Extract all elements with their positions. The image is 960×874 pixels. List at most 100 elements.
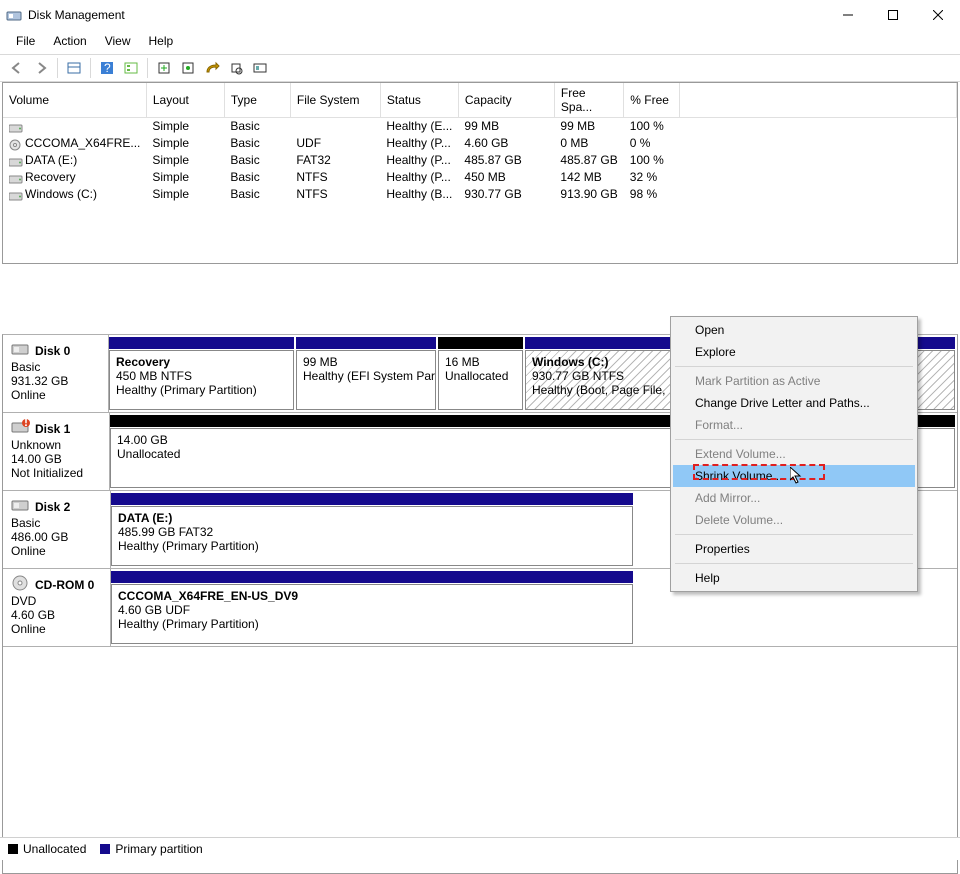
create-vhd-button[interactable] — [153, 57, 175, 79]
cell-volume: Windows (C:) — [25, 187, 97, 201]
menu-bar: File Action View Help — [0, 30, 960, 54]
col-type[interactable]: Type — [224, 83, 290, 118]
cell-layout: Simple — [146, 135, 224, 152]
menu-item-open[interactable]: Open — [673, 319, 915, 341]
menu-separator — [675, 366, 913, 367]
cell-capacity: 450 MB — [458, 169, 554, 186]
action-button-3[interactable] — [249, 57, 271, 79]
forward-button[interactable] — [30, 57, 52, 79]
menu-view[interactable]: View — [97, 32, 139, 50]
col-pctfree[interactable]: % Free — [624, 83, 680, 118]
menu-item-format: Format... — [673, 414, 915, 436]
cell-layout: Simple — [146, 152, 224, 169]
disk-icon: ! — [11, 419, 31, 438]
drive-icon — [9, 122, 23, 132]
disk-size: 14.00 GB — [11, 452, 101, 466]
close-button[interactable] — [915, 0, 960, 30]
menu-item-explore[interactable]: Explore — [673, 341, 915, 363]
cell-pct: 98 % — [624, 186, 680, 203]
partition-box[interactable]: 99 MBHealthy (EFI System Part — [296, 350, 436, 410]
menu-item-add-mirror: Add Mirror... — [673, 487, 915, 509]
table-row[interactable]: CCCOMA_X64FRE...SimpleBasicUDFHealthy (P… — [3, 135, 957, 152]
action-button-2[interactable] — [225, 57, 247, 79]
cell-status: Healthy (P... — [380, 135, 458, 152]
disk-type: Unknown — [11, 438, 101, 452]
menu-item-help[interactable]: Help — [673, 567, 915, 589]
partition-size: 450 MB NTFS — [116, 369, 287, 383]
table-row[interactable]: SimpleBasicHealthy (E...99 MB99 MB100 % — [3, 118, 957, 135]
cell-free: 99 MB — [554, 118, 623, 135]
action-button-1[interactable] — [201, 57, 223, 79]
partition-title: Recovery — [116, 355, 287, 369]
cell-layout: Simple — [146, 186, 224, 203]
context-menu: OpenExploreMark Partition as ActiveChang… — [670, 316, 918, 592]
partition-size: 16 MB — [445, 355, 516, 369]
cell-layout: Simple — [146, 169, 224, 186]
col-layout[interactable]: Layout — [146, 83, 224, 118]
table-row[interactable]: RecoverySimpleBasicNTFSHealthy (P...450 … — [3, 169, 957, 186]
menu-item-extend-volume: Extend Volume... — [673, 443, 915, 465]
cell-pct: 32 % — [624, 169, 680, 186]
partition-box[interactable]: DATA (E:)485.99 GB FAT32Healthy (Primary… — [111, 506, 633, 566]
drive-icon — [9, 156, 23, 166]
disc-icon — [9, 139, 23, 149]
table-row[interactable]: DATA (E:)SimpleBasicFAT32Healthy (P...48… — [3, 152, 957, 169]
disk-icon — [11, 497, 31, 516]
disk-state: Online — [11, 622, 102, 636]
cell-status: Healthy (B... — [380, 186, 458, 203]
disk-name: CD-ROM 0 — [35, 578, 94, 592]
disk-type: DVD — [11, 594, 102, 608]
menu-item-change-drive-letter-and-paths[interactable]: Change Drive Letter and Paths... — [673, 392, 915, 414]
disk-name: Disk 2 — [35, 500, 70, 514]
col-capacity[interactable]: Capacity — [458, 83, 554, 118]
table-header-row: Volume Layout Type File System Status Ca… — [3, 83, 957, 118]
disk-name: Disk 0 — [35, 344, 70, 358]
cell-capacity: 485.87 GB — [458, 152, 554, 169]
help-button[interactable]: ? — [96, 57, 118, 79]
menu-action[interactable]: Action — [45, 32, 94, 50]
toolbar: ? — [0, 54, 960, 82]
menu-file[interactable]: File — [8, 32, 43, 50]
cell-fs: NTFS — [290, 186, 380, 203]
partition-box[interactable]: Recovery450 MB NTFSHealthy (Primary Part… — [109, 350, 294, 410]
title-bar: Disk Management — [0, 0, 960, 30]
disk-size: 931.32 GB — [11, 374, 100, 388]
minimize-button[interactable] — [825, 0, 870, 30]
disk-state: Not Initialized — [11, 466, 101, 480]
back-button[interactable] — [6, 57, 28, 79]
volume-list: Volume Layout Type File System Status Ca… — [2, 82, 958, 264]
partition-title: DATA (E:) — [118, 511, 626, 525]
partition-box[interactable]: 16 MBUnallocated — [438, 350, 523, 410]
col-volume[interactable]: Volume — [3, 83, 146, 118]
cell-pct: 100 % — [624, 152, 680, 169]
table-row[interactable]: Windows (C:) SimpleBasicNTFSHealthy (B...… — [3, 186, 957, 203]
cell-capacity: 4.60 GB — [458, 135, 554, 152]
disk-type: Basic — [11, 516, 102, 530]
show-hide-button[interactable] — [63, 57, 85, 79]
menu-separator — [675, 563, 913, 564]
cell-type: Basic — [224, 152, 290, 169]
view-settings-button[interactable] — [120, 57, 142, 79]
cell-type: Basic — [224, 135, 290, 152]
menu-item-properties[interactable]: Properties — [673, 538, 915, 560]
disk-size: 4.60 GB — [11, 608, 102, 622]
partition-box[interactable]: CCCOMA_X64FRE_EN-US_DV94.60 GB UDFHealth… — [111, 584, 633, 644]
cell-status: Healthy (P... — [380, 152, 458, 169]
cell-type: Basic — [224, 186, 290, 203]
partition-size: 485.99 GB FAT32 — [118, 525, 626, 539]
col-filesystem[interactable]: File System — [290, 83, 380, 118]
svg-text:?: ? — [104, 61, 111, 75]
cell-capacity: 99 MB — [458, 118, 554, 135]
cell-fs: FAT32 — [290, 152, 380, 169]
maximize-button[interactable] — [870, 0, 915, 30]
col-freespace[interactable]: Free Spa... — [554, 83, 623, 118]
cell-status: Healthy (E... — [380, 118, 458, 135]
col-status[interactable]: Status — [380, 83, 458, 118]
svg-text:!: ! — [24, 419, 28, 429]
legend-primary: Primary partition — [115, 842, 202, 856]
menu-item-shrink-volume[interactable]: Shrink Volume... — [673, 465, 915, 487]
menu-help[interactable]: Help — [141, 32, 182, 50]
partition-status: Unallocated — [445, 369, 516, 383]
attach-vhd-button[interactable] — [177, 57, 199, 79]
partition-status: Healthy (Primary Partition) — [118, 617, 626, 631]
